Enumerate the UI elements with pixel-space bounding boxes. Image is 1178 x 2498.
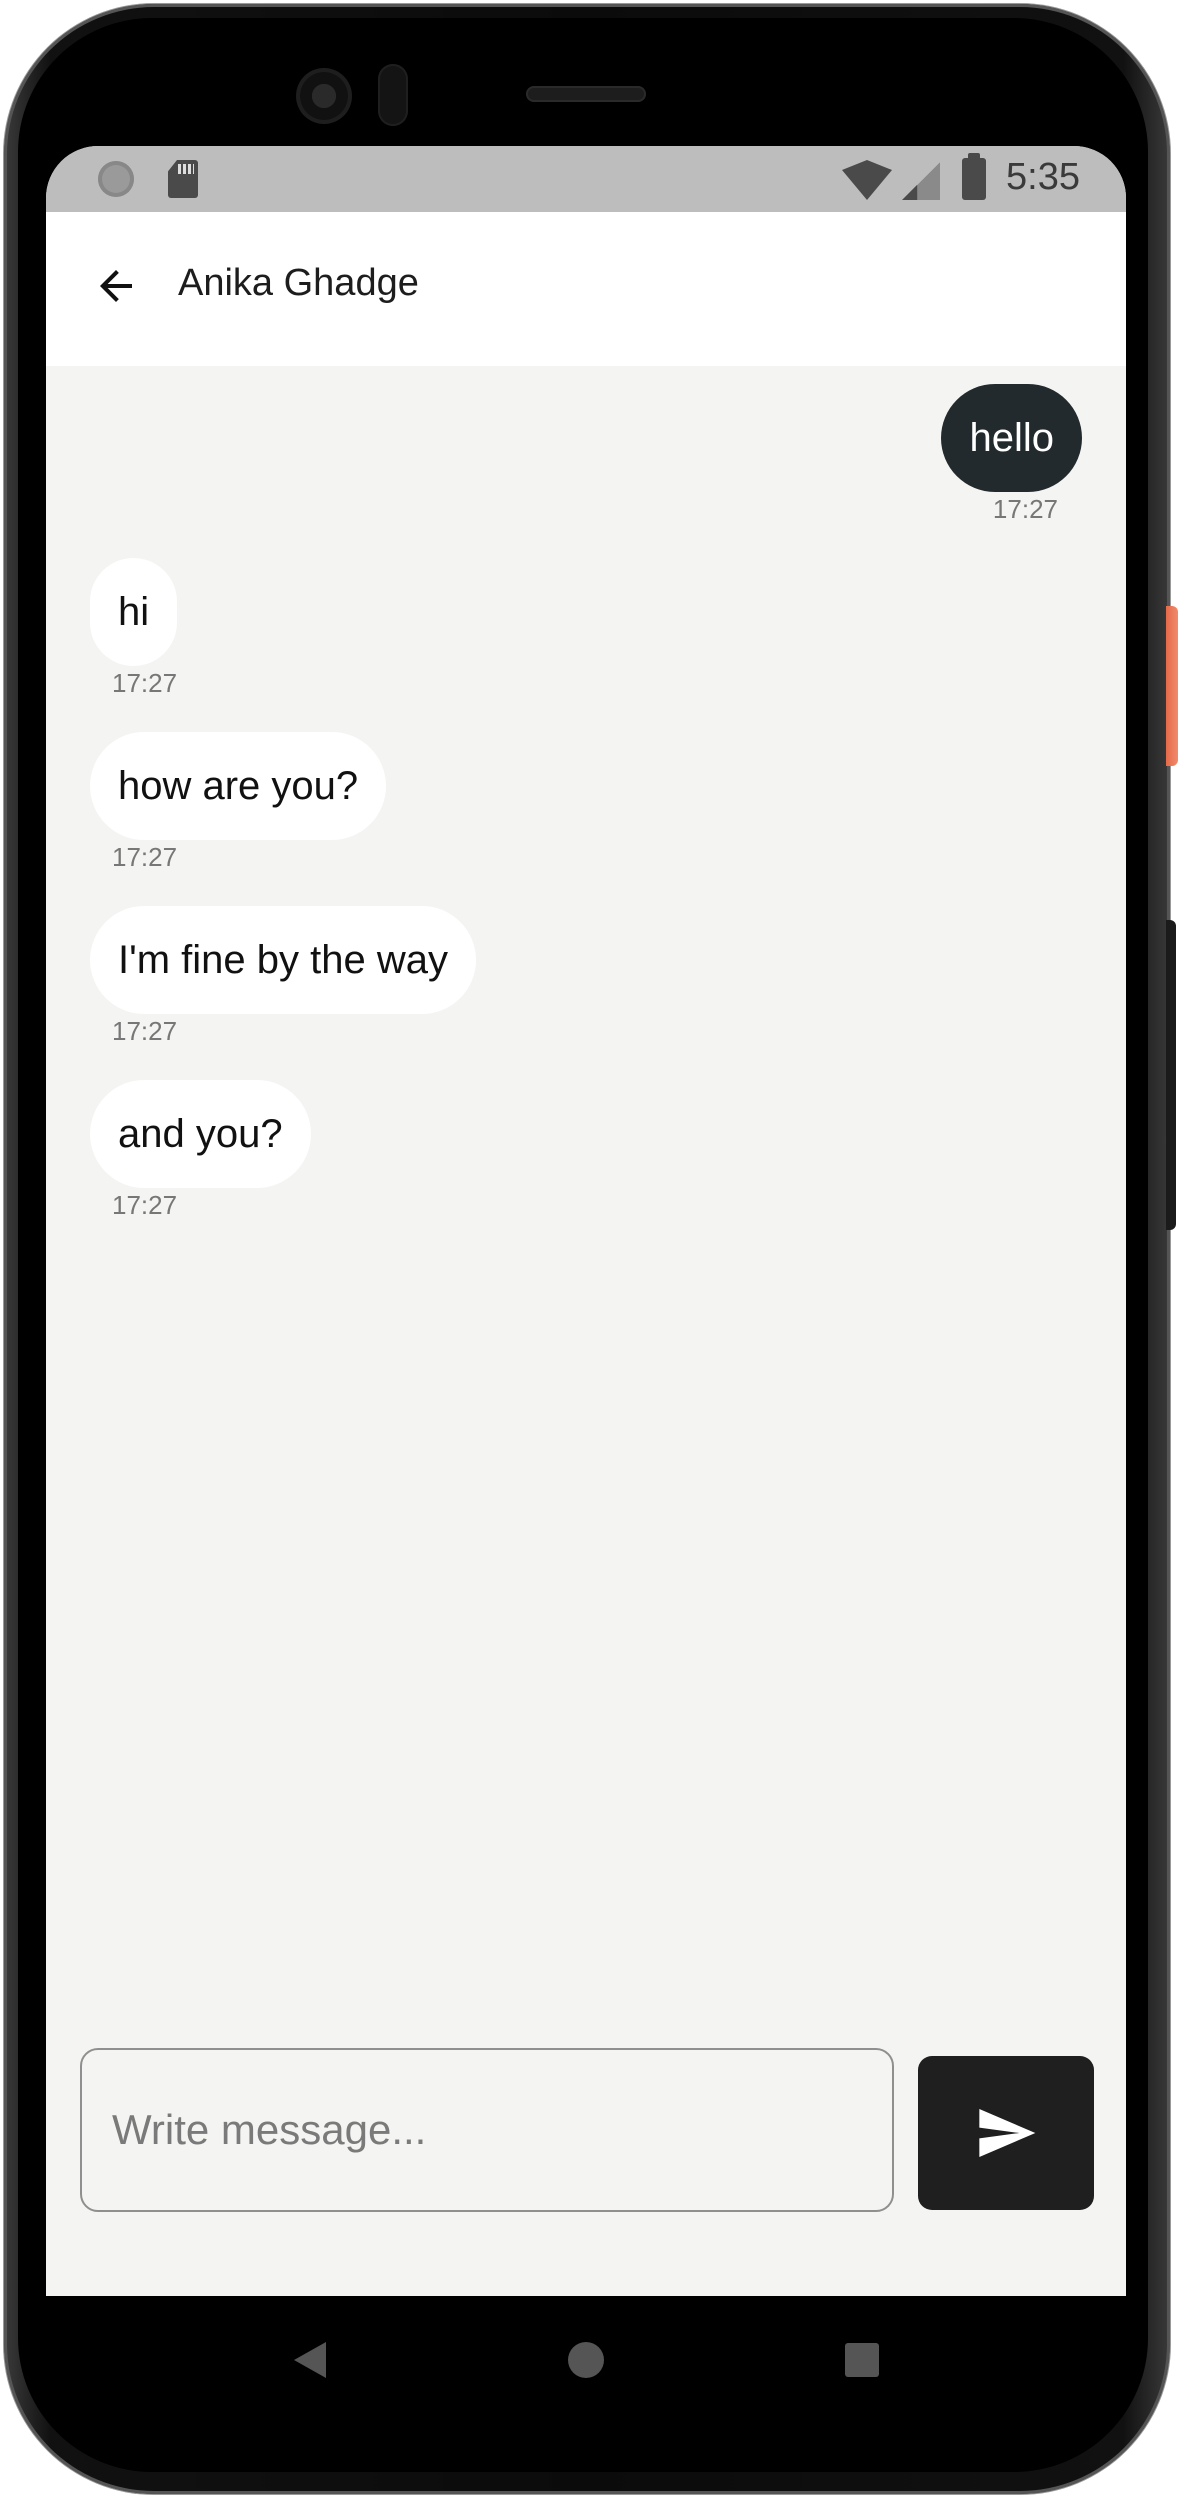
incoming-message-bubble: I'm fine by the way (90, 906, 476, 1014)
circle-notification-icon (98, 161, 134, 197)
screen: 5:35 Anika Ghadge hello 17:27 hi 17:27 h… (46, 146, 1126, 2296)
wifi-icon (842, 160, 892, 200)
arrow-left-icon (100, 270, 132, 302)
nav-home-icon (568, 2342, 604, 2378)
outgoing-message-bubble: hello (941, 384, 1082, 492)
battery-icon (962, 153, 986, 200)
message-time: 17:27 (112, 842, 178, 872)
front-camera (296, 68, 352, 124)
send-button[interactable] (918, 2056, 1094, 2210)
app-bar: Anika Ghadge (46, 212, 1126, 366)
incoming-message-bubble: how are you? (90, 732, 387, 840)
volume-button (1166, 920, 1176, 1230)
status-time: 5:35 (1006, 156, 1080, 198)
power-button (1166, 606, 1178, 766)
message-time: 17:27 (112, 1016, 178, 1046)
sd-card-contacts (178, 164, 194, 174)
status-bar: 5:35 (46, 146, 1126, 212)
chat-title: Anika Ghadge (178, 262, 419, 304)
nav-back-icon (294, 2342, 326, 2378)
system-nav-bar (46, 2296, 1126, 2424)
message-time: 17:27 (112, 1190, 178, 1220)
send-icon (979, 2109, 1036, 2157)
proximity-sensor (378, 64, 408, 126)
earpiece-speaker (526, 86, 646, 102)
nav-recents-button[interactable] (832, 2330, 892, 2390)
message-input[interactable] (80, 2048, 894, 2212)
nav-home-button[interactable] (556, 2330, 616, 2390)
incoming-message-bubble: and you? (90, 1080, 311, 1188)
message-composer (46, 2026, 1126, 2296)
incoming-message-bubble: hi (90, 558, 178, 666)
message-list: hello 17:27 hi 17:27 how are you? 17:27 … (46, 366, 1126, 2026)
nav-recents-icon (845, 2343, 879, 2377)
message-time: 17:27 (992, 494, 1058, 524)
message-time: 17:27 (112, 668, 178, 698)
nav-back-button[interactable] (280, 2330, 340, 2390)
back-button[interactable] (76, 246, 156, 326)
